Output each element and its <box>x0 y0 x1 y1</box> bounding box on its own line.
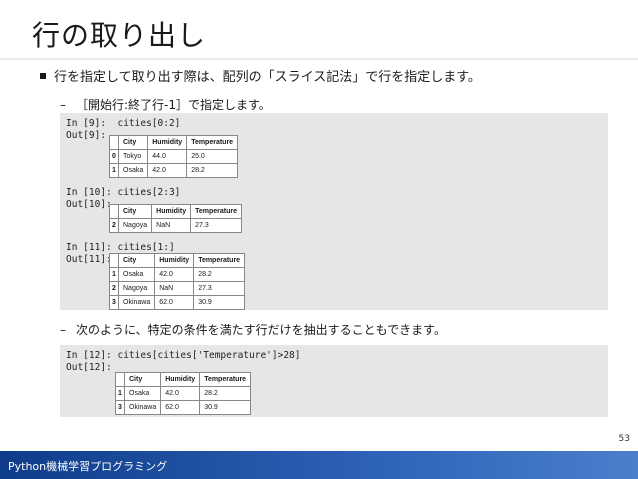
cell-city: Okinawa <box>123 400 162 415</box>
output-label-11: Out[11]: <box>66 254 112 265</box>
slide-title: 行の取り出し <box>32 19 207 52</box>
cell-temperature: 25.0 <box>186 149 239 164</box>
column-header-city: City <box>117 253 156 268</box>
index-header <box>109 135 119 150</box>
cell-humidity: 42.0 <box>160 386 201 401</box>
table-row: 2 Nagoya NaN 27.3 <box>109 218 242 233</box>
input-line-12: In [12]: cities[cities['Temperature']>28… <box>66 350 301 361</box>
column-header-temperature: Temperature <box>190 204 242 219</box>
main-bullet: 行を指定して取り出す際は、配列の「スライス記法」で行を指定します。 <box>40 66 481 85</box>
column-header-humidity: Humidity <box>154 253 195 268</box>
bullet-square-icon <box>40 72 46 79</box>
cell-city: Osaka <box>117 163 149 178</box>
cell-humidity: NaN <box>151 218 192 233</box>
row-index: 1 <box>109 267 119 282</box>
cell-temperature: 28.2 <box>193 267 246 282</box>
dataframe-output-10: City Humidity Temperature 2 Nagoya NaN 2… <box>109 204 242 233</box>
output-label-12: Out[12]: <box>66 362 112 373</box>
column-header-humidity: Humidity <box>151 204 192 219</box>
cell-temperature: 27.3 <box>193 281 246 296</box>
cell-city: Nagoya <box>117 218 153 233</box>
column-header-temperature: Temperature <box>186 135 239 150</box>
table-row: 1 Osaka 42.0 28.2 <box>109 267 246 282</box>
row-index: 2 <box>109 218 119 233</box>
table-row: 1 Osaka 42.0 28.2 <box>109 163 239 178</box>
input-line-9: In [9]: cities[0:2] <box>66 118 181 129</box>
cell-temperature: 28.2 <box>199 386 252 401</box>
column-header-temperature: Temperature <box>199 372 252 387</box>
cell-temperature: 28.2 <box>186 163 239 178</box>
sub-bullet-slice-text: ［開始行:終了行-1］で指定します。 <box>76 98 271 112</box>
row-index: 2 <box>109 281 119 296</box>
output-label-10: Out[10]: <box>66 199 112 210</box>
cell-city: Tokyo <box>117 149 149 164</box>
column-header-temperature: Temperature <box>193 253 246 268</box>
sub-bullet-filter: – 次のように、特定の条件を満たす行だけを抽出することもできます。 <box>60 321 446 338</box>
main-bullet-text: 行を指定して取り出す際は、配列の「スライス記法」で行を指定します。 <box>54 70 481 85</box>
table-row: 3 Okinawa 62.0 30.9 <box>109 295 246 310</box>
dash-icon: – <box>60 98 66 112</box>
row-index: 1 <box>115 386 125 401</box>
cell-city: Okinawa <box>117 295 156 310</box>
column-header-city: City <box>117 135 149 150</box>
cell-humidity: 62.0 <box>160 400 201 415</box>
output-label-9: Out[9]: <box>66 130 107 141</box>
page-number: 53 <box>618 434 630 444</box>
cell-temperature: 30.9 <box>193 295 246 310</box>
table-row: 3 Okinawa 62.0 30.9 <box>115 400 252 415</box>
code-block-slicing: In [9]: cities[0:2] Out[9]: City Humidit… <box>60 113 608 310</box>
row-index: 0 <box>109 149 119 164</box>
cell-city: Osaka <box>117 267 156 282</box>
table-row: 2 Nagoya NaN 27.3 <box>109 281 246 296</box>
sub-bullet-slice: – ［開始行:終了行-1］で指定します。 <box>60 96 271 113</box>
cell-city: Osaka <box>123 386 162 401</box>
cell-humidity: NaN <box>154 281 195 296</box>
column-header-city: City <box>123 372 162 387</box>
title-divider <box>0 58 638 60</box>
row-index: 3 <box>109 295 119 310</box>
column-header-city: City <box>117 204 153 219</box>
index-header <box>109 253 119 268</box>
column-header-humidity: Humidity <box>147 135 188 150</box>
cell-humidity: 44.0 <box>147 149 188 164</box>
row-index: 3 <box>115 400 125 415</box>
dataframe-output-12: City Humidity Temperature 1 Osaka 42.0 2… <box>115 372 252 415</box>
cell-humidity: 42.0 <box>154 267 195 282</box>
input-line-10: In [10]: cities[2:3] <box>66 187 181 198</box>
table-row: 0 Tokyo 44.0 25.0 <box>109 149 239 164</box>
column-header-humidity: Humidity <box>160 372 201 387</box>
sub-bullet-filter-text: 次のように、特定の条件を満たす行だけを抽出することもできます。 <box>76 323 446 337</box>
index-header <box>115 372 125 387</box>
row-index: 1 <box>109 163 119 178</box>
dataframe-output-11: City Humidity Temperature 1 Osaka 42.0 2… <box>109 253 246 310</box>
cell-temperature: 27.3 <box>190 218 242 233</box>
footer-bar: Python機械学習プログラミング <box>0 451 638 479</box>
table-row: 1 Osaka 42.0 28.2 <box>115 386 252 401</box>
dataframe-output-9: City Humidity Temperature 0 Tokyo 44.0 2… <box>109 135 239 178</box>
dash-icon: – <box>60 323 66 337</box>
cell-humidity: 62.0 <box>154 295 195 310</box>
input-line-11: In [11]: cities[1:] <box>66 242 175 253</box>
cell-temperature: 30.9 <box>199 400 252 415</box>
code-block-filter: In [12]: cities[cities['Temperature']>28… <box>60 345 608 417</box>
cell-city: Nagoya <box>117 281 156 296</box>
index-header <box>109 204 119 219</box>
cell-humidity: 42.0 <box>147 163 188 178</box>
footer-text: Python機械学習プログラミング <box>8 460 168 473</box>
